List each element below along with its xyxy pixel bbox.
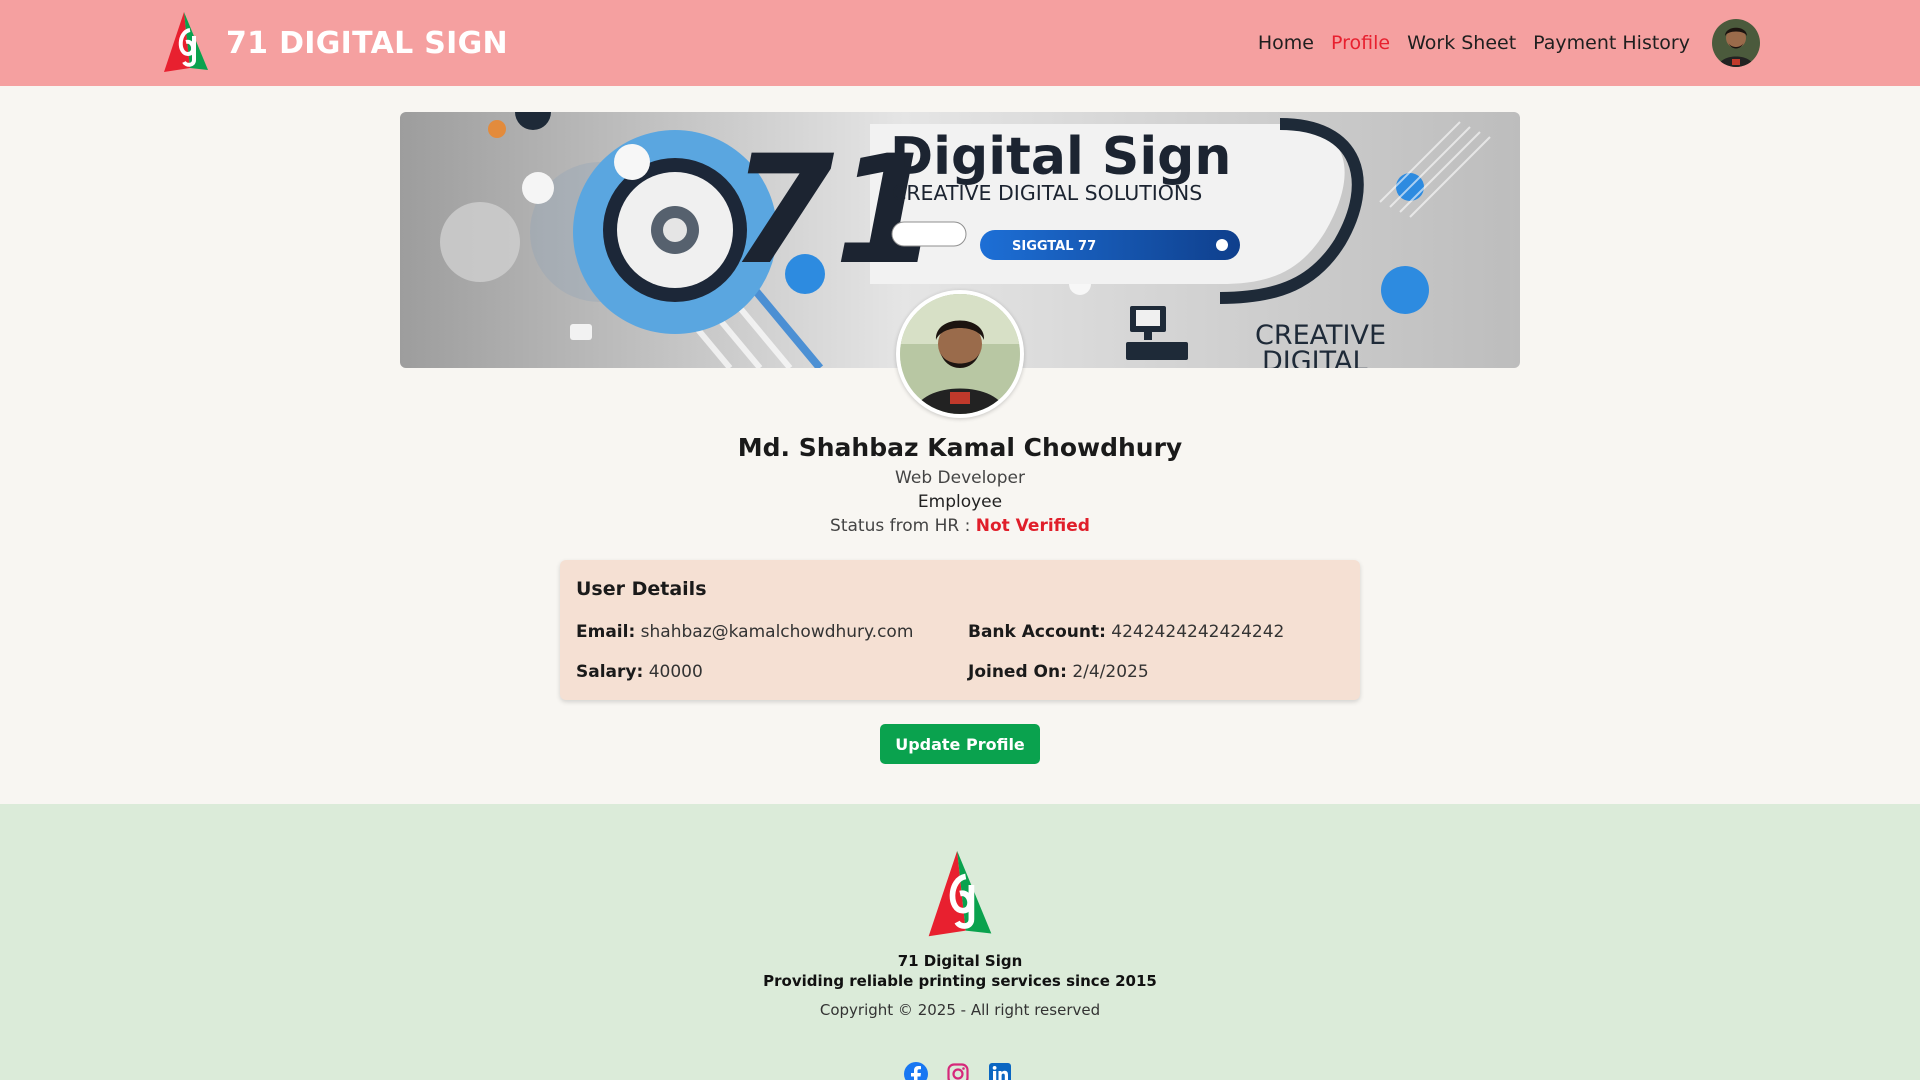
user-avatar-icon [1712,19,1760,67]
main-nav: Home Profile Work Sheet Payment History [1258,0,1690,86]
banner-corner-text-2: DIGITAL [1262,346,1368,368]
profile-photo-image [900,294,1020,414]
nav-link-home[interactable]: Home [1258,32,1314,54]
banner-title: Digital Sign [890,127,1231,187]
profile-role: Web Developer [895,468,1025,488]
hr-status-label: Status from HR : [830,516,971,536]
user-details-title: User Details [576,578,707,600]
bank-account-detail: Bank Account: 4242424242424242 [968,622,1284,642]
footer-copyright: Copyright © 2025 - All right reserved [819,1001,1101,1019]
hr-status: Status from HR : Not Verified [560,514,1360,538]
joined-value: 2/4/2025 [1072,662,1149,682]
facebook-icon[interactable] [904,1062,928,1080]
salary-value: 40000 [648,662,703,682]
brand-name: 71 DIGITAL SIGN [226,25,508,61]
brand[interactable]: 71 DIGITAL SIGN [160,10,508,76]
joined-detail: Joined On: 2/4/2025 [968,662,1149,682]
linkedin-icon[interactable] [988,1062,1012,1080]
instagram-icon[interactable] [946,1062,970,1080]
joined-label: Joined On: [968,662,1067,682]
nav-link-payment-history[interactable]: Payment History [1533,32,1690,54]
footer-company-name: 71 Digital Sign [897,952,1023,970]
brand-logo-icon [164,12,208,72]
email-label: Email: [576,622,636,642]
banner-pill-text: SIGGTAL 77 [1012,239,1096,254]
email-detail: Email: shahbaz@kamalchowdhury.com [576,622,913,642]
bank-account-label: Bank Account: [968,622,1106,642]
banner-subtitle: CREATIVE DIGITAL SOLUTIONS [892,181,1202,205]
profile-name: Md. Shahbaz Kamal Chowdhury [737,433,1183,462]
social-links [904,1062,1012,1080]
footer-logo-icon [928,850,992,937]
footer-tagline: Providing reliable printing services sin… [763,972,1157,990]
nav-link-profile[interactable]: Profile [1331,32,1390,54]
profile-info: Md. Shahbaz Kamal Chowdhury Web Develope… [560,430,1360,538]
email-value: shahbaz@kamalchowdhury.com [640,622,914,642]
salary-detail: Salary: 40000 [576,662,703,682]
bank-account-value: 4242424242424242 [1111,622,1285,642]
update-profile-button[interactable]: Update Profile [880,724,1040,764]
nav-link-work-sheet[interactable]: Work Sheet [1407,32,1516,54]
navbar: 71 DIGITAL SIGN Home Profile Work Sheet … [0,0,1920,86]
footer: 71 Digital Sign Providing reliable print… [0,804,1920,1080]
salary-label: Salary: [576,662,644,682]
user-details-card: User Details Email: shahbaz@kamalchowdhu… [560,560,1360,700]
profile-photo [896,290,1024,418]
user-avatar[interactable] [1712,19,1760,67]
profile-type: Employee [917,492,1003,512]
hr-status-value: Not Verified [975,516,1090,536]
